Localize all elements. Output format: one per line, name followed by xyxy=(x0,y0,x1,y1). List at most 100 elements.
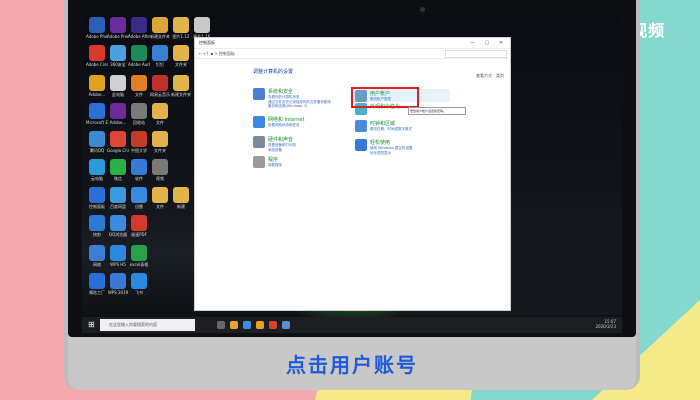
desktop-icon[interactable]: 百度网盘 xyxy=(107,187,129,209)
category-icon xyxy=(355,120,367,132)
file-explorer-icon[interactable] xyxy=(230,321,238,329)
monitor-chin: 点击用户账号 xyxy=(68,337,636,390)
category-link[interactable]: 备份和还原(Windows 7) xyxy=(268,104,307,109)
desktop-icon[interactable]: 快剪 xyxy=(86,215,108,237)
window-controls[interactable]: — ▢ ✕ xyxy=(470,38,507,48)
desktop-icon[interactable]: 钉钉 xyxy=(149,45,171,67)
tooltip: 更改用户帐户设置和密码。 xyxy=(408,107,466,115)
desktop-icon[interactable]: 中国大学 xyxy=(128,131,150,153)
desktop-icon[interactable]: 回收站 xyxy=(128,103,150,125)
desktop-icon-label: 新建文件夹 xyxy=(150,34,170,39)
app-icon xyxy=(89,131,105,147)
app-icon xyxy=(131,75,147,91)
desktop-icon-label: 文件 xyxy=(156,204,164,209)
app-icon xyxy=(131,17,147,33)
app-icon xyxy=(131,273,147,289)
category-title[interactable]: 时钟和区域 xyxy=(370,120,395,127)
desktop-icon[interactable]: 文件 xyxy=(149,103,171,125)
category-title[interactable]: 硬件和声音 xyxy=(268,136,293,143)
system-tray-clock[interactable]: 15:07 2020/3/23 xyxy=(595,319,616,329)
taskbar-search-input[interactable]: 在这里输入你要搜索的内容 xyxy=(100,319,195,331)
desktop-icon[interactable]: 飞书 xyxy=(128,273,150,295)
app-icon xyxy=(89,45,105,61)
desktop-icon[interactable]: 网易云音乐 xyxy=(149,75,171,97)
desktop-icon[interactable]: QQ浏览器 xyxy=(107,215,129,237)
category-link[interactable]: 更改日期、时间或数字格式 xyxy=(370,127,412,132)
desktop-icon[interactable]: Google Chrome xyxy=(107,131,129,153)
category-title[interactable]: 网络和 Internet xyxy=(268,116,304,123)
desktop-icon-label: WPS 2019 xyxy=(107,290,129,295)
view-by-selector[interactable]: 查看方式：类别 xyxy=(476,73,504,79)
desktop-icon[interactable]: 文件 xyxy=(149,187,171,209)
desktop-icon[interactable]: 图片1.12 xyxy=(170,17,192,39)
desktop-icon[interactable]: excel表格 xyxy=(128,245,150,267)
desktop-icon[interactable]: WPS 2019 xyxy=(107,273,129,295)
desktop-icon-label: 网易云音乐 xyxy=(150,92,170,97)
desktop-icon[interactable]: 图片1.16 xyxy=(191,17,213,39)
desktop-icon[interactable]: 极速PDF xyxy=(128,215,150,237)
search-input[interactable] xyxy=(445,50,507,58)
desktop-icon[interactable]: 新建 xyxy=(170,187,192,209)
back-icon[interactable]: ←→↑ ▪ > xyxy=(199,51,219,56)
app-icon xyxy=(110,245,126,261)
desktop-icon[interactable]: 新建文件夹 xyxy=(149,17,171,39)
desktop-icon[interactable]: 嘀咕工厂 xyxy=(86,273,108,295)
desktop-icon[interactable]: Adobe Audition xyxy=(128,45,150,67)
windows-start-icon[interactable]: ⊞ xyxy=(88,321,96,329)
desktop-icon[interactable]: 360安全 xyxy=(107,45,129,67)
control-panel-taskbar-icon[interactable] xyxy=(282,321,290,329)
desktop-icon-label: Google Chrome xyxy=(107,148,129,153)
desktop-icon[interactable]: Adobe Photosh... xyxy=(86,17,108,39)
category-title[interactable]: 程序 xyxy=(268,156,278,163)
app-icon xyxy=(131,215,147,231)
category-title[interactable]: 轻松使用 xyxy=(370,139,390,146)
folder-app-icon[interactable] xyxy=(256,321,264,329)
app-icon xyxy=(131,131,147,147)
category-icon xyxy=(253,88,265,100)
task-view-icon[interactable] xyxy=(217,321,225,329)
browser-icon[interactable] xyxy=(243,321,251,329)
desktop-icon[interactable]: Adobe Creati... xyxy=(86,45,108,67)
desktop-icon-label: QQ浏览器 xyxy=(108,232,128,237)
desktop-icon[interactable]: 此电脑 xyxy=(107,75,129,97)
desktop-icon-label: 飞书 xyxy=(135,290,143,295)
address-bar[interactable]: ←→↑ ▪ > 控制面板 xyxy=(195,49,510,59)
category-link[interactable]: 添加设备 xyxy=(268,148,282,153)
desktop-icon[interactable]: 微信 xyxy=(107,159,129,181)
app-icon xyxy=(131,187,147,203)
app-icon xyxy=(89,187,105,203)
desktop-icon[interactable]: 云电脑 xyxy=(86,159,108,181)
category-link[interactable]: 卸载程序 xyxy=(268,163,282,168)
desktop-icon-label: 文件夹 xyxy=(154,148,166,153)
desktop-icon[interactable]: Microsoft Edge xyxy=(86,103,108,125)
desktop-icon-label: Adobe Creati... xyxy=(86,62,108,67)
desktop-icon[interactable]: Adobe After Effects CC... xyxy=(128,17,150,39)
app-icon[interactable] xyxy=(269,321,277,329)
desktop-icon[interactable]: Adobe... xyxy=(86,75,108,97)
category-link[interactable]: 优化视觉显示 xyxy=(370,151,391,156)
desktop-icon[interactable]: 文件 xyxy=(128,75,150,97)
app-icon xyxy=(89,273,105,289)
desktop-icon[interactable]: Adobe... xyxy=(107,103,129,125)
category-icon xyxy=(253,136,265,148)
window-title: 控制面板 xyxy=(199,40,215,45)
desktop-icon[interactable]: 软件 xyxy=(128,159,150,181)
camera-icon xyxy=(420,7,425,12)
desktop-icon[interactable]: 腾讯QQ xyxy=(86,131,108,153)
desktop-icon[interactable]: 视频 xyxy=(149,159,171,181)
desktop-icon[interactable]: Adobe Premiere P... xyxy=(107,17,129,39)
category-title[interactable]: 系统和安全 xyxy=(268,88,293,95)
desktop-icon-label: 中国大学 xyxy=(131,148,147,153)
desktop-icon[interactable]: WPS H5 xyxy=(107,245,129,267)
desktop-icon[interactable]: 控制面板 xyxy=(86,187,108,209)
desktop-icon-label: 回收站 xyxy=(133,120,145,125)
desktop-icon[interactable]: 文件夹 xyxy=(149,131,171,153)
desktop-icon[interactable]: 文件夹 xyxy=(170,45,192,67)
category-link[interactable]: 查看网络状态和任务 xyxy=(268,123,300,128)
desktop-icon-label: Adobe After Effects CC... xyxy=(128,34,150,39)
desktop-icon[interactable]: 新建文件夹 xyxy=(170,75,192,97)
desktop-icon[interactable]: 网络 xyxy=(86,245,108,267)
desktop-icon-label: 微信 xyxy=(114,176,122,181)
desktop-icon[interactable]: 迅雷 xyxy=(128,187,150,209)
app-icon xyxy=(152,45,168,61)
